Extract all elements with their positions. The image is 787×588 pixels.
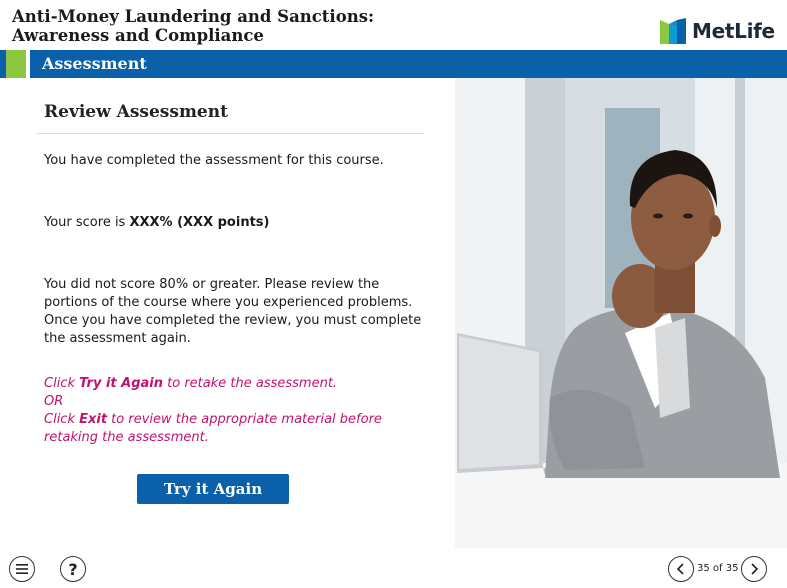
logo-wordmark: MetLife: [692, 19, 775, 43]
course-title: Anti-Money Laundering and Sanctions: Awa…: [12, 7, 375, 45]
instructions: Click Try it Again to retake the assessm…: [44, 375, 434, 447]
previous-page-button[interactable]: [668, 556, 694, 582]
score-prefix: Your score is: [44, 215, 130, 230]
score-value: XXX% (XXX points): [129, 215, 270, 230]
metlife-logo-mark-icon: [660, 18, 686, 44]
instruction-try-again: Click Try it Again to retake the assessm…: [44, 375, 434, 393]
page-title: Review Assessment: [44, 102, 228, 122]
try-again-button[interactable]: Try it Again: [137, 474, 289, 504]
hero-photo: [455, 78, 787, 548]
assessment-panel: Review Assessment You have completed the…: [0, 78, 455, 548]
divider: [36, 133, 424, 134]
band-separator: [26, 50, 30, 78]
help-icon: ?: [68, 559, 78, 579]
instruction-click: Click: [44, 412, 80, 427]
content-area: Review Assessment You have completed the…: [0, 78, 787, 548]
score-line: Your score is XXX% (XXX points): [44, 214, 434, 232]
chevron-right-icon: [751, 563, 759, 575]
next-page-button[interactable]: [741, 556, 767, 582]
chevron-left-icon: [676, 563, 684, 575]
completed-text: You have completed the assessment for th…: [44, 153, 384, 168]
section-band: Assessment: [0, 50, 787, 78]
metlife-logo: MetLife: [660, 16, 775, 46]
instruction-try-again-bold: Try it Again: [79, 376, 164, 391]
instruction-rest: to retake the assessment.: [163, 376, 338, 391]
menu-button[interactable]: [9, 556, 35, 582]
instruction-click: Click: [44, 376, 80, 391]
footer: ? 35 of 35: [0, 548, 787, 588]
menu-icon: [16, 564, 28, 574]
band-accent: [6, 50, 26, 78]
help-button[interactable]: ?: [60, 556, 86, 582]
section-title: Assessment: [42, 54, 147, 73]
instruction-exit-bold: Exit: [79, 412, 108, 427]
header: Anti-Money Laundering and Sanctions: Awa…: [0, 0, 787, 50]
instruction-or: OR: [44, 394, 64, 409]
page-indicator: 35 of 35: [697, 563, 739, 574]
result-text: You did not score 80% or greater. Please…: [44, 277, 422, 346]
instruction-exit: Click Exit to review the appropriate mat…: [44, 411, 434, 447]
